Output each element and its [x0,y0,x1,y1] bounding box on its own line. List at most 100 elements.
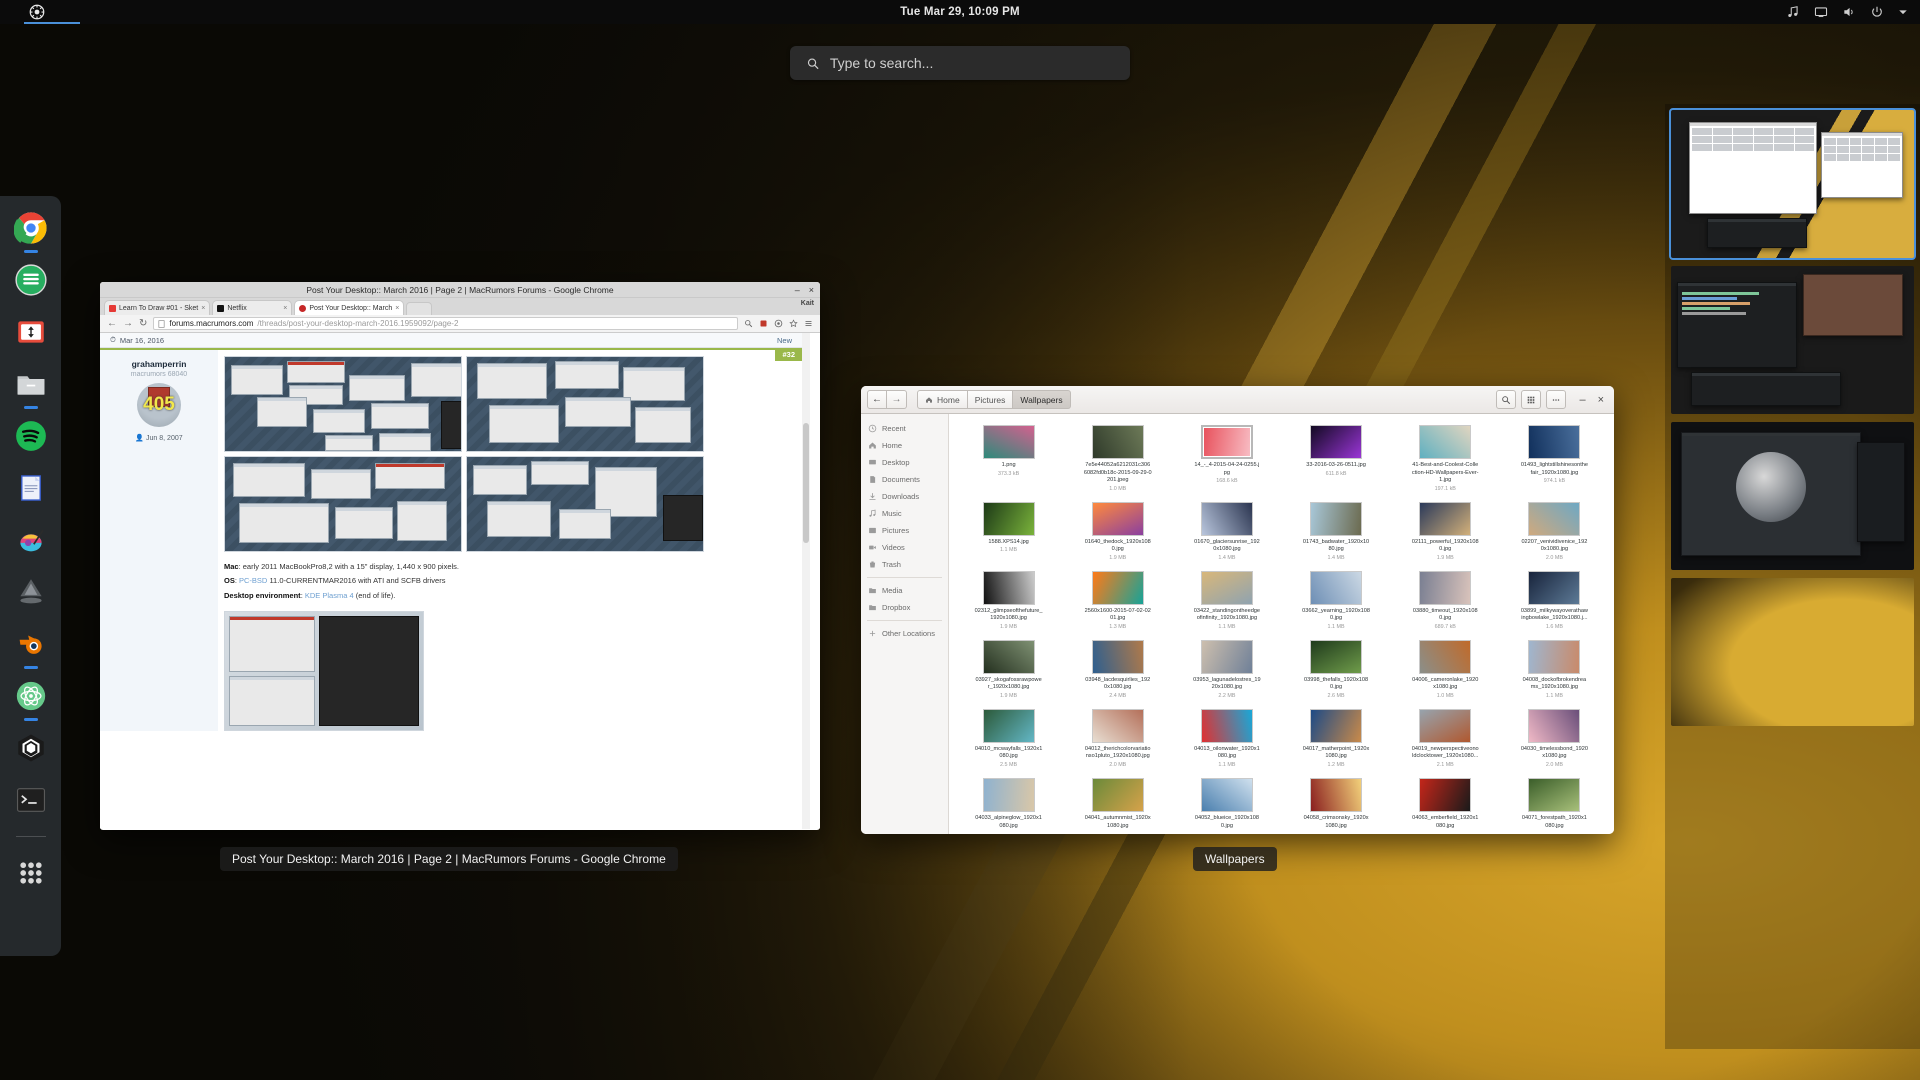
file-item[interactable]: 04010_mcwayfalls_1920x1080.jpg 2.5 MB [955,706,1062,771]
chrome-window-controls[interactable]: – × [795,282,814,298]
new-tab-button[interactable] [406,302,433,315]
screenshot-large[interactable] [224,610,424,731]
file-item[interactable]: 1588.XPS14.jpg 1.1 MB [955,499,1062,564]
file-item[interactable]: 04071_forestpath_1920x1080.jpg [1501,775,1608,833]
ws-window-image[interactable] [1803,274,1903,336]
workspace-thumbnail-3[interactable] [1671,422,1914,570]
minimize-button[interactable]: – [795,285,800,295]
sidebar-item-videos[interactable]: Videos [861,539,948,556]
file-item[interactable]: 04006_cameronlake_1920x1080.jpg 1.0 MB [1392,637,1499,702]
sidebar-item-music[interactable]: Music [861,505,948,522]
ws-window-files[interactable] [1821,132,1903,198]
ws-window-chrome[interactable] [1689,122,1817,214]
music-icon[interactable] [1786,5,1800,19]
file-item[interactable]: 04063_emberfield_1920x1080.jpg [1392,775,1499,833]
screenshot-thumb[interactable] [224,456,462,552]
profile-name-label[interactable]: Kait [801,300,814,307]
show-applications-button[interactable] [11,853,51,893]
minimize-button[interactable]: – [1579,394,1585,406]
zoom-icon[interactable] [744,319,753,328]
file-item[interactable]: 03998_thefalls_1920x1080.jpg 2.6 MB [1282,637,1389,702]
address-bar[interactable]: forums.macrumors.com/threads/post-your-d… [153,317,738,330]
tab-close-icon[interactable]: × [201,305,205,312]
file-item[interactable]: 03422_standingontheedgeofinfinity_1920x1… [1173,568,1280,633]
ws-window-3d-app[interactable] [1681,432,1861,556]
file-item[interactable]: 04052_blueice_1920x1080.jpg [1173,775,1280,833]
window-nautilus-files[interactable]: ← → Home Pictures Wallpapers – × Recent … [861,386,1614,834]
dock-item-blender[interactable] [11,624,51,669]
breadcrumb-home[interactable]: Home [917,390,968,409]
ws-window-panel[interactable] [1857,442,1905,542]
file-item[interactable]: 04033_alpineglow_1920x1080.jpg [955,775,1062,833]
file-item[interactable]: 03953_lagunadelostres_1920x1080.jpg 2.2 M… [1173,637,1280,702]
files-nav-buttons[interactable]: ← → [867,390,907,409]
dock-item-inkscape[interactable] [11,572,51,612]
power-icon[interactable] [1870,5,1884,19]
file-item[interactable]: 01670_glaciersunrise_1920x1080.jpg 1.4 MB [1173,499,1280,564]
page-info-icon[interactable] [158,319,165,328]
files-window-controls[interactable]: – × [1579,394,1604,406]
chrome-scrollbar[interactable] [802,333,810,829]
sidebar-item-media[interactable]: Media [861,582,948,599]
view-toggle-button[interactable] [1521,390,1542,409]
file-item[interactable]: 04017_matherpoint_1920x1080.jpg 1.2 MB [1282,706,1389,771]
file-item[interactable]: 04019_newperspectiveonoldclocktower_1920… [1392,706,1499,771]
search-button[interactable] [1496,390,1517,409]
file-item[interactable]: 01640_thedock_1920x1080.jpg 1.9 MB [1064,499,1171,564]
sidebar-item-desktop[interactable]: Desktop [861,454,948,471]
file-item[interactable]: 04013_oilonwater_1920x1080.jpg 1.1 MB [1173,706,1280,771]
dock-item-google-chrome[interactable] [11,208,51,253]
files-headerbar[interactable]: ← → Home Pictures Wallpapers – × [861,386,1614,414]
dock-item-terminal[interactable] [11,780,51,820]
ws-window-console[interactable] [1691,372,1841,406]
reload-button[interactable]: ↻ [139,318,147,329]
dock-item-transfer-app[interactable] [11,312,51,352]
ws-window-editor[interactable] [1677,282,1797,368]
files-sidebar[interactable]: Recent Home Desktop Documents Downloads [861,414,949,834]
files-toolbar-actions[interactable]: – × [1496,390,1608,409]
dock-item-nautilus-files[interactable] [11,364,51,409]
tab-close-icon[interactable]: × [395,305,399,312]
dock-item-libreoffice-writer[interactable] [11,468,51,508]
forward-button[interactable]: → [123,318,133,329]
file-item[interactable]: 03899_milkywayoverathawingbowlake_1920x1… [1501,568,1608,633]
workspace-thumbnail-1[interactable] [1669,108,1916,260]
files-content-area[interactable]: 1.png 373.3 kB 7e5e44052a6212031c3066082fd… [949,414,1614,834]
sidebar-item-downloads[interactable]: Downloads [861,488,948,505]
file-item[interactable]: 33-2016-03-26-0511.jpg 611.8 kB [1282,422,1389,495]
search-input[interactable] [829,55,1114,71]
sidebar-item-other-locations[interactable]: Other Locations [861,625,948,642]
file-item[interactable]: 02312_glimpseofthefuture_1920x1080.jpg 1.… [955,568,1062,633]
file-item[interactable]: 04041_autumnmist_1920x1080.jpg [1064,775,1171,833]
file-item[interactable]: 02111_powerful_1920x1080.jpg 1.9 MB [1392,499,1499,564]
file-item[interactable]: 7e5e44052a6212031c3066082fd0b18c-2015-09… [1064,422,1171,495]
file-item[interactable]: 2560x1600-2015-07-02-0201.jpg 1.3 MB [1064,568,1171,633]
file-item[interactable]: 14_-_4-2015-04-24-0255.jpg 168.6 kB [1173,422,1280,495]
file-item[interactable]: 41-Best-and-Coolest-Collection-HD-Wallpa… [1392,422,1499,495]
workspace-thumbnail-4[interactable] [1671,578,1914,726]
file-item[interactable]: 03948_lacdesquirlies_1920x1080.jpg 2.4 MB [1064,637,1171,702]
chevron-down-icon[interactable] [1898,7,1908,17]
file-item[interactable]: 04058_crimsonsky_1920x1080.jpg [1282,775,1389,833]
screenshot-thumb[interactable] [466,356,704,452]
close-button[interactable]: × [809,285,814,295]
search-entry[interactable] [790,46,1130,80]
sidebar-item-pictures[interactable]: Pictures [861,522,948,539]
chrome-tab-2[interactable]: Netflix × [212,300,293,315]
chrome-omnibox-bar[interactable]: ← → ↻ forums.macrumors.com/threads/post-… [100,315,820,333]
file-item[interactable]: 03927_skogafossrawpower_1920x1080.jpg 1.9… [955,637,1062,702]
post-number-badge[interactable]: #32 [775,348,802,361]
scrollbar-thumb[interactable] [803,423,809,543]
file-item[interactable]: 04012_therichcolorvariationso1pluto_1920… [1064,706,1171,771]
chrome-tab-3[interactable]: Post Your Desktop:: March × [294,300,405,315]
sidebar-item-trash[interactable]: Trash [861,556,948,573]
file-item[interactable]: 01743_badwater_1920x1080.jpg 1.4 MB [1282,499,1389,564]
author-name[interactable]: grahamperrin [104,359,214,369]
close-button[interactable]: × [1598,394,1604,406]
dock-item-green-app[interactable] [11,260,51,300]
file-item[interactable]: 04030_timelessbond_1920x1080.jpg 2.0 MB [1501,706,1608,771]
breadcrumb-pictures[interactable]: Pictures [967,390,1014,409]
dock-item-krita[interactable] [11,520,51,560]
spec-link[interactable]: KDE Plasma 4 [305,591,354,600]
breadcrumb[interactable]: Home Pictures Wallpapers [917,390,1071,409]
